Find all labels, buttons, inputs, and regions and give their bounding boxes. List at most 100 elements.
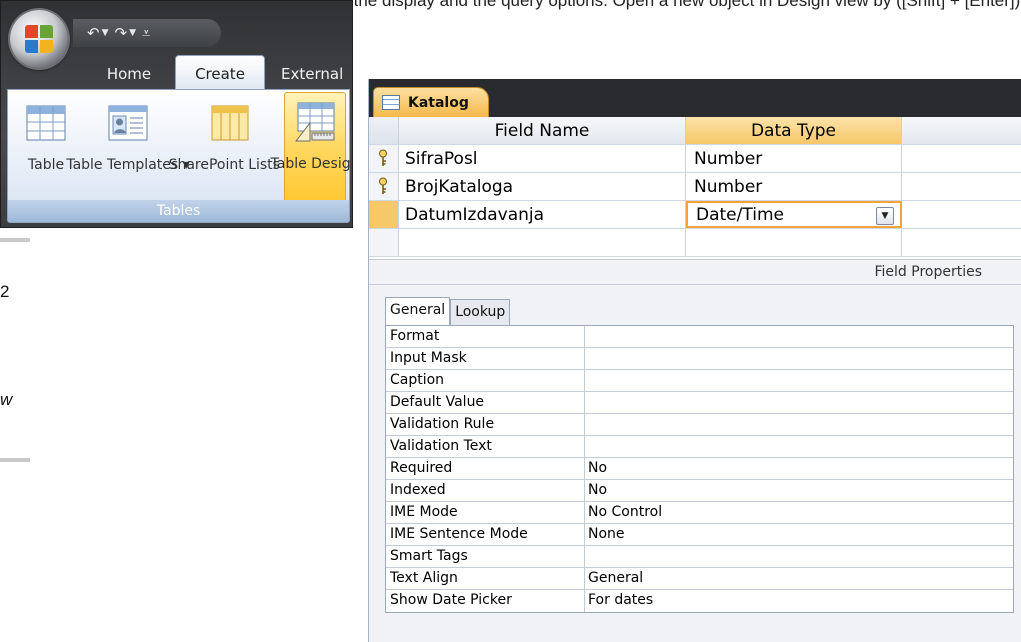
description-cell[interactable] — [902, 229, 1021, 256]
table-row[interactable] — [369, 229, 1021, 257]
property-name: Input Mask — [386, 348, 585, 369]
data-type-cell[interactable]: Number — [686, 173, 902, 200]
property-value[interactable] — [585, 546, 1013, 567]
property-name: IME Sentence Mode — [386, 524, 585, 545]
document-tab-label: Katalog — [408, 94, 469, 111]
sharepoint-lists-icon — [211, 105, 249, 141]
sharepoint-lists-button[interactable]: SharePoint Lists ▾ — [169, 94, 291, 202]
property-row[interactable]: IME Mode No Control — [386, 502, 1013, 524]
property-row[interactable]: Text Align General — [386, 568, 1013, 590]
redo-button[interactable]: ↷ ▼ — [115, 24, 137, 42]
property-row[interactable]: Format — [386, 326, 1013, 348]
data-type-dropdown-button[interactable]: ▼ — [876, 207, 894, 225]
description-header — [902, 117, 1021, 144]
row-selector[interactable] — [369, 201, 399, 228]
property-name: Show Date Picker — [386, 590, 585, 612]
document-caption: ng the display and the query options. Op… — [330, 0, 1021, 10]
property-value[interactable]: For dates — [585, 590, 1013, 612]
quick-access-toolbar: ↶ ▼ ↷ ▼ ⩡ — [73, 19, 221, 47]
property-value[interactable]: No — [585, 480, 1013, 501]
field-properties-label: Field Properties — [369, 259, 1021, 285]
property-name: Validation Rule — [386, 414, 585, 435]
table-row[interactable]: DatumIzdavanja Date/Time ▼ — [369, 201, 1021, 229]
row-selector[interactable] — [369, 229, 399, 256]
property-value[interactable]: No Control — [585, 502, 1013, 523]
field-name-cell[interactable]: DatumIzdavanja — [399, 201, 686, 228]
tab-general[interactable]: General — [385, 297, 451, 325]
property-name: Validation Text — [386, 436, 585, 457]
customize-toolbar-button[interactable]: ⩡ — [142, 24, 150, 42]
field-grid: Field Name Data Type SifraPosl Number Br… — [369, 117, 1021, 257]
table-templates-button[interactable]: Table Templates ▾ — [66, 94, 190, 202]
property-value[interactable] — [585, 392, 1013, 413]
property-row[interactable]: Default Value — [386, 392, 1013, 414]
field-name-cell[interactable] — [399, 229, 686, 256]
table-button[interactable]: Table — [16, 94, 76, 202]
property-table: Format Input Mask Caption Default Value … — [385, 325, 1014, 613]
row-selector[interactable] — [369, 145, 399, 172]
ribbon-panel: Table Table Templates ▾ SharePoint Lists… — [7, 89, 352, 223]
table-templates-icon — [108, 105, 148, 141]
description-cell[interactable] — [902, 201, 1021, 228]
field-name-cell[interactable]: SifraPosl — [399, 145, 686, 172]
group-label-tables: Tables — [8, 200, 349, 222]
property-row[interactable]: Indexed No — [386, 480, 1013, 502]
property-row[interactable]: Required No — [386, 458, 1013, 480]
table-row[interactable]: BrojKataloga Number — [369, 173, 1021, 201]
table-design-button[interactable]: Table Design — [271, 92, 352, 202]
data-type-cell[interactable]: Date/Time ▼ — [686, 201, 902, 228]
property-value[interactable] — [585, 370, 1013, 391]
chevron-down-icon: ▼ — [881, 211, 889, 221]
office-logo-icon — [25, 25, 53, 53]
table-row[interactable]: SifraPosl Number — [369, 145, 1021, 173]
data-type-cell[interactable] — [686, 229, 902, 256]
property-row[interactable]: Validation Text — [386, 436, 1013, 458]
document-tab-katalog[interactable]: Katalog — [373, 87, 489, 117]
description-cell[interactable] — [902, 173, 1021, 200]
data-type-header: Data Type — [686, 117, 902, 144]
property-name: Format — [386, 326, 585, 347]
document-text-fragment: w — [0, 390, 13, 409]
table-icon — [382, 95, 400, 110]
tab-lookup[interactable]: Lookup — [450, 299, 511, 325]
tab-home[interactable]: Home — [93, 59, 165, 89]
document-text-fragment: 2 — [0, 282, 10, 301]
field-name-header: Field Name — [399, 117, 686, 144]
tab-create[interactable]: Create — [175, 55, 265, 91]
property-name: Text Align — [386, 568, 585, 589]
select-all-cell[interactable] — [369, 117, 399, 144]
property-value[interactable] — [585, 414, 1013, 435]
property-row[interactable]: Show Date Picker For dates — [386, 590, 1013, 612]
data-type-value: Date/Time — [696, 204, 784, 225]
property-row[interactable]: Input Mask — [386, 348, 1013, 370]
table-design-label: Table Design — [270, 156, 353, 172]
property-row[interactable]: Validation Rule — [386, 414, 1013, 436]
ribbon-tabs: Home Create External — [1, 53, 352, 91]
redo-icon: ↷ — [114, 24, 128, 42]
row-selector[interactable] — [369, 173, 399, 200]
undo-button[interactable]: ↶ ▼ — [87, 24, 109, 42]
property-value[interactable] — [585, 348, 1013, 369]
table-design-icon — [294, 102, 335, 142]
tab-external[interactable]: External — [281, 59, 352, 89]
property-name: IME Mode — [386, 502, 585, 523]
document-tab-strip: Katalog — [369, 79, 1021, 117]
property-row[interactable]: Caption — [386, 370, 1013, 392]
property-value[interactable]: None — [585, 524, 1013, 545]
primary-key-icon — [379, 149, 387, 166]
property-value[interactable]: General — [585, 568, 1013, 589]
grid-header-row: Field Name Data Type — [369, 117, 1021, 145]
customize-icon: ⩡ — [142, 24, 151, 42]
property-value[interactable] — [585, 326, 1013, 347]
property-row[interactable]: IME Sentence Mode None — [386, 524, 1013, 546]
description-cell[interactable] — [902, 145, 1021, 172]
table-design-window: Katalog Field Name Data Type SifraPosl N… — [368, 79, 1021, 642]
divider — [0, 238, 30, 242]
data-type-cell[interactable]: Number — [686, 145, 902, 172]
field-name-cell[interactable]: BrojKataloga — [399, 173, 686, 200]
property-tabs: General Lookup — [385, 297, 511, 325]
property-row[interactable]: Smart Tags — [386, 546, 1013, 568]
property-value[interactable]: No — [585, 458, 1013, 479]
property-value[interactable] — [585, 436, 1013, 457]
table-button-label: Table — [27, 157, 65, 173]
